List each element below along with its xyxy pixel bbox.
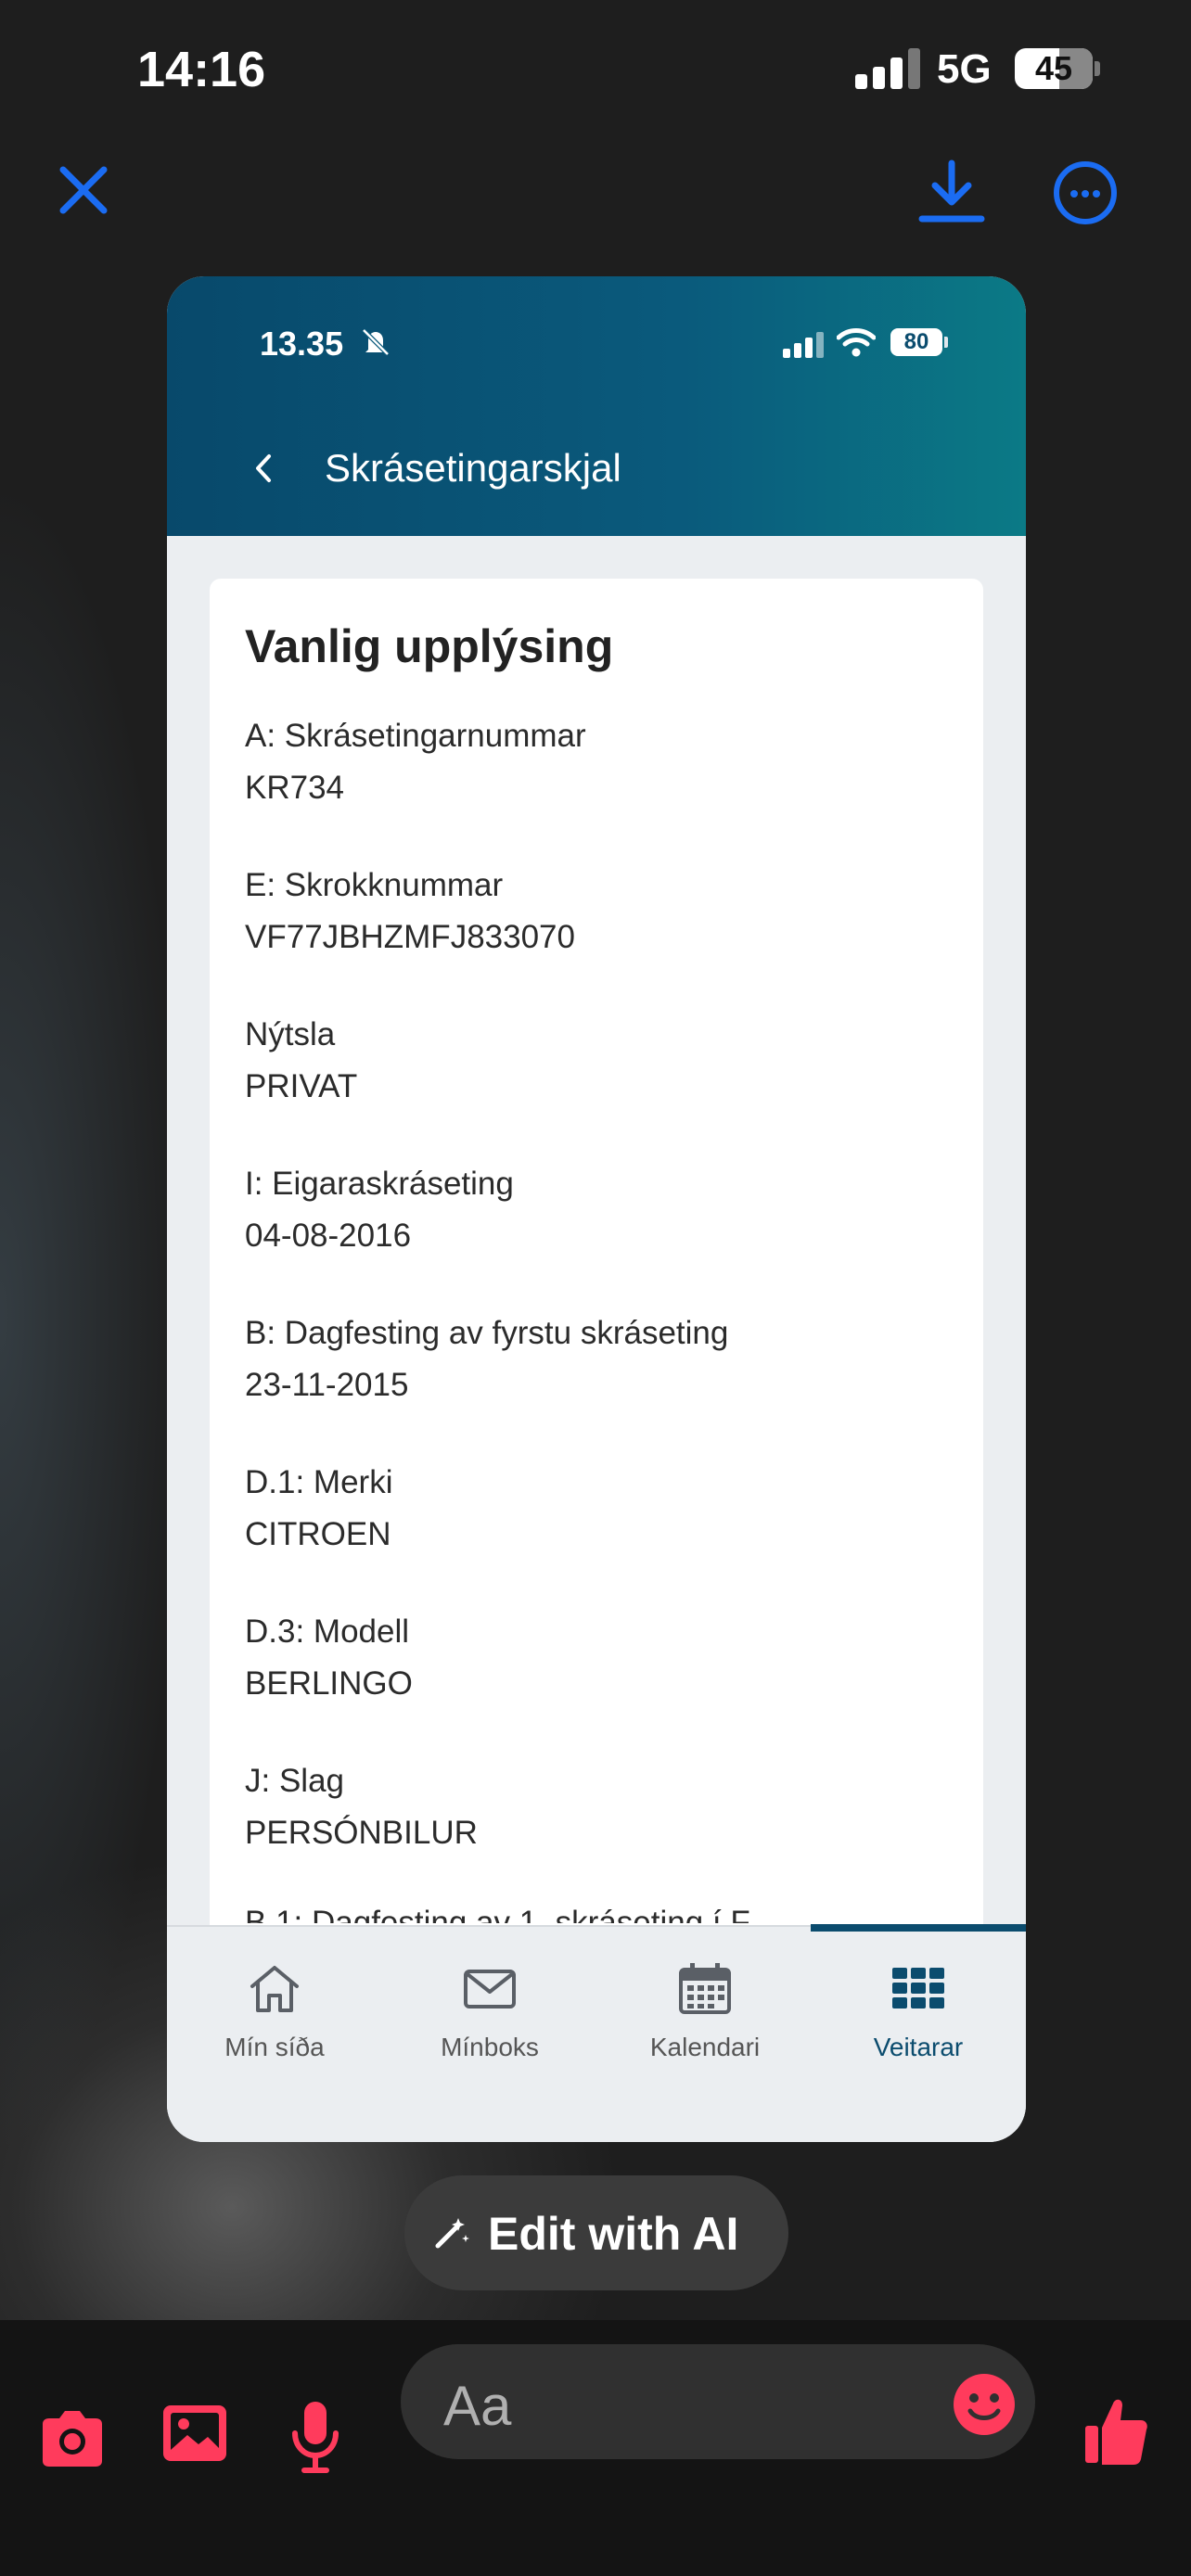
nav-label: Mínboks bbox=[441, 2033, 539, 2061]
nav-item-providers[interactable]: Veitarar bbox=[811, 1927, 1026, 2094]
microphone-icon[interactable] bbox=[288, 2398, 343, 2476]
nav-item-mailbox[interactable]: Mínboks bbox=[382, 1927, 597, 2094]
field-label: A: Skrásetingarnummar bbox=[245, 718, 586, 754]
field-make: D.1: Merki CITROEN bbox=[245, 1457, 392, 1561]
download-button[interactable] bbox=[918, 158, 985, 224]
battery-cap bbox=[1095, 61, 1100, 76]
back-button[interactable] bbox=[250, 453, 278, 484]
info-card: Vanlig upplýsing A: Skrásetingarnummar K… bbox=[210, 579, 983, 2062]
field-label: D.3: Modell bbox=[245, 1613, 410, 1650]
network-type: 5G bbox=[937, 46, 992, 92]
cellular-signal-icon bbox=[855, 48, 922, 89]
gallery-icon[interactable] bbox=[161, 2400, 228, 2467]
magic-wand-icon bbox=[435, 2218, 469, 2249]
inner-battery-level: 80 bbox=[903, 329, 929, 354]
field-first-registration: B: Dagfesting av fyrstu skráseting 23-11… bbox=[245, 1307, 728, 1411]
field-registration-number: A: Skrásetingarnummar KR734 bbox=[245, 710, 586, 814]
section-title: Vanlig upplýsing bbox=[245, 620, 614, 672]
field-value: CITROEN bbox=[245, 1516, 391, 1552]
field-label: D.1: Merki bbox=[245, 1464, 393, 1500]
nav-label: Veitarar bbox=[873, 2033, 964, 2061]
nav-label: Mín síða bbox=[224, 2033, 325, 2061]
field-label: B.1: Dagfesting av 1. skráseting í F bbox=[245, 1905, 750, 1923]
field-label: E: Skrokknummar bbox=[245, 867, 504, 903]
document-preview[interactable]: 13.35 80 Skrásetingarskjal Vanlig upplýs… bbox=[167, 276, 1026, 2142]
page-title: Skrásetingarskjal bbox=[325, 446, 621, 490]
bell-muted-icon bbox=[362, 328, 390, 356]
field-value: BERLINGO bbox=[245, 1665, 413, 1702]
nav-item-home[interactable]: Mín síða bbox=[167, 1927, 382, 2094]
close-icon bbox=[59, 166, 108, 214]
calendar-icon bbox=[679, 1963, 731, 2014]
message-composer: Aa bbox=[0, 2320, 1191, 2576]
nav-item-calendar[interactable]: Kalendari bbox=[597, 1927, 813, 2094]
inner-signal-icon bbox=[783, 332, 826, 358]
field-model: D.3: Modell BERLINGO bbox=[245, 1606, 413, 1710]
more-icon bbox=[1070, 190, 1078, 198]
app-header: 13.35 80 Skrásetingarskjal bbox=[167, 276, 1026, 536]
status-bar: 14:16 5G 45 bbox=[0, 0, 1191, 139]
message-placeholder: Aa bbox=[443, 2375, 512, 2437]
wifi-icon bbox=[837, 328, 876, 357]
field-value: KR734 bbox=[245, 770, 345, 806]
home-icon bbox=[250, 1966, 299, 2012]
field-chassis-number: E: Skrokknummar VF77JBHZMFJ833070 bbox=[245, 860, 575, 963]
emoji-icon[interactable] bbox=[952, 2372, 1017, 2437]
field-label: J: Slag bbox=[245, 1763, 344, 1799]
grid-icon bbox=[892, 1968, 944, 2009]
close-button[interactable] bbox=[56, 162, 111, 218]
field-vehicle-type: J: Slag PERSÓNBILUR bbox=[245, 1755, 478, 1859]
camera-icon[interactable] bbox=[37, 2404, 108, 2474]
field-value: 04-08-2016 bbox=[245, 1218, 412, 1254]
field-value: PERSÓNBILUR bbox=[245, 1815, 478, 1851]
field-cut-off: B.1: Dagfesting av 1. skráseting í F bbox=[245, 1901, 750, 1923]
status-time: 14:16 bbox=[137, 42, 266, 97]
field-label: I: Eigaraskráseting bbox=[245, 1166, 514, 1202]
field-value: 23-11-2015 bbox=[245, 1367, 409, 1403]
field-value: VF77JBHZMFJ833070 bbox=[245, 919, 575, 955]
edit-with-ai-button[interactable]: Edit with AI bbox=[404, 2175, 788, 2290]
battery-level: 45 bbox=[1034, 49, 1073, 87]
edit-with-ai-label: Edit with AI bbox=[488, 2208, 739, 2260]
field-owner-registration: I: Eigaraskráseting 04-08-2016 bbox=[245, 1158, 514, 1262]
mail-icon bbox=[464, 1970, 516, 2009]
field-label: Nýtsla bbox=[245, 1016, 336, 1052]
download-icon bbox=[918, 159, 985, 223]
inner-status-time: 13.35 bbox=[260, 325, 344, 363]
field-value: PRIVAT bbox=[245, 1068, 358, 1104]
inner-battery-icon: 80 bbox=[890, 328, 942, 356]
thumbs-up-icon[interactable] bbox=[1083, 2394, 1150, 2468]
nav-label: Kalendari bbox=[649, 2033, 761, 2061]
field-label: B: Dagfesting av fyrstu skráseting bbox=[245, 1315, 729, 1351]
battery-icon: 45 bbox=[1015, 48, 1093, 89]
more-options-button[interactable] bbox=[1054, 161, 1117, 224]
message-input[interactable]: Aa bbox=[401, 2344, 1035, 2459]
bottom-navigation: Mín síða Mínboks Kalendari Veitarar bbox=[167, 1924, 1026, 2142]
field-usage: Nýtsla PRIVAT bbox=[245, 1009, 357, 1113]
